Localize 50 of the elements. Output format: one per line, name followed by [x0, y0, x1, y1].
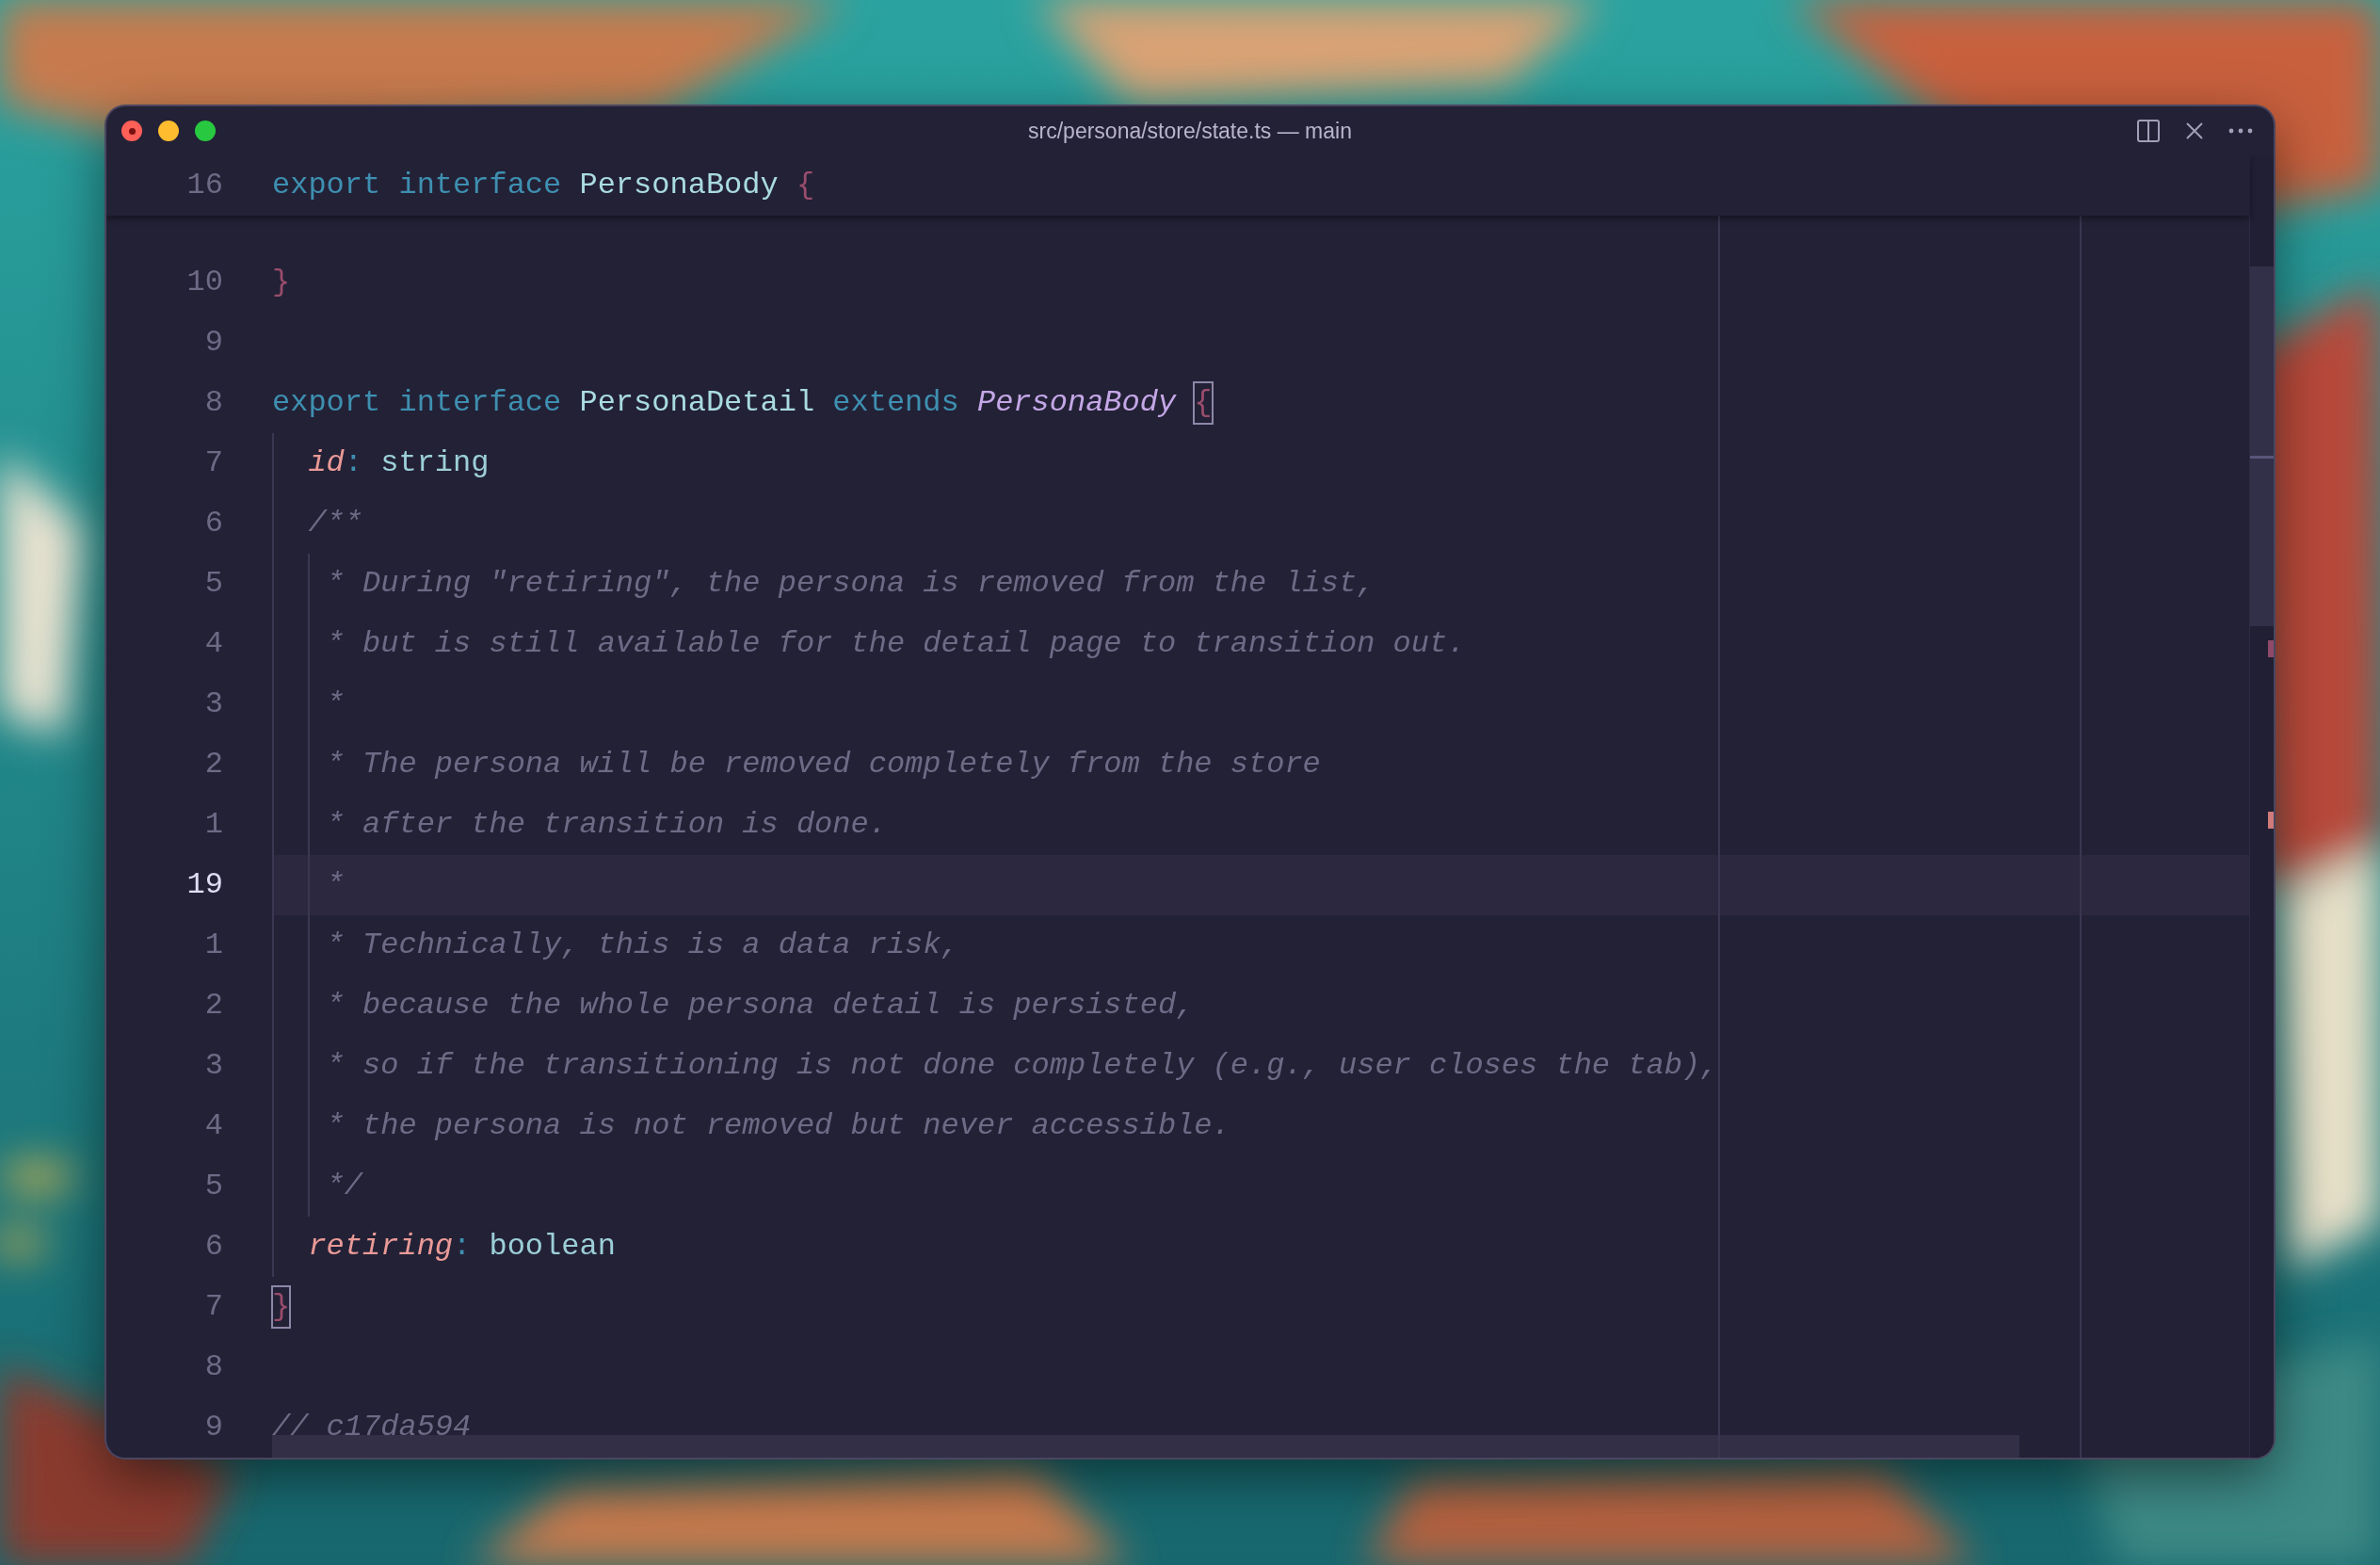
code-comment: * after the transition is done.: [326, 806, 887, 844]
code-line: retiring: boolean: [308, 1228, 616, 1266]
line-number: 6: [203, 505, 223, 542]
line-number: 3: [203, 686, 223, 723]
line-number: 4: [203, 1107, 223, 1145]
code-comment: * the persona is not removed but never accessible.: [326, 1107, 1230, 1145]
line-number: 3: [203, 1047, 223, 1085]
line-number: 9: [203, 1409, 223, 1446]
line-number: 8: [203, 384, 223, 422]
matched-bracket: {: [1194, 382, 1213, 424]
line-number: 7: [203, 1288, 223, 1326]
line-number: 5: [203, 565, 223, 603]
code-comment: // c17da594: [272, 1409, 472, 1446]
line-number: 9: [203, 324, 223, 362]
code-comment: */: [326, 1168, 362, 1205]
line-number: 2: [203, 746, 223, 783]
horizontal-scrollbar[interactable]: [272, 1435, 2019, 1458]
split-editor-icon[interactable]: [2136, 119, 2161, 143]
code-line: export interface PersonaBody {: [272, 167, 815, 204]
code-comment: * The persona will be removed completely from the store: [326, 746, 1321, 783]
zoom-window-button[interactable]: [195, 121, 216, 141]
code-line: }: [272, 264, 291, 301]
line-number: 5: [203, 1168, 223, 1205]
vertical-scrollbar[interactable]: [2249, 155, 2274, 1458]
code-line: export interface PersonaDetail extends PersonaBody: [272, 384, 1178, 422]
line-number: 1: [203, 806, 223, 844]
line-number: 10: [185, 264, 223, 301]
window-title: src/persona/store/state.ts — main: [1028, 118, 1352, 143]
line-number: 6: [203, 1228, 223, 1266]
code-comment: * Technically, this is a data risk,: [326, 927, 959, 964]
code-comment: * During "retiring", the persona is removed from the list,: [326, 565, 1375, 603]
code-comment: *: [326, 866, 345, 904]
close-window-button[interactable]: [121, 121, 142, 141]
code-comment: * so if the transitioning is not done completely (e.g., user closes the tab),: [326, 1047, 1719, 1085]
close-icon[interactable]: [2185, 121, 2204, 140]
more-icon[interactable]: [2228, 128, 2253, 134]
line-number: 7: [203, 444, 223, 482]
line-number: 8: [203, 1348, 223, 1386]
code-comment: * but is still available for the detail page to transition out.: [326, 625, 1466, 663]
code-comment: /**: [308, 505, 362, 542]
code-line: id: string: [308, 444, 490, 482]
minimize-window-button[interactable]: [158, 121, 179, 141]
line-number: 1: [203, 927, 223, 964]
line-number: 4: [203, 625, 223, 663]
line-number: 2: [203, 987, 223, 1025]
code-comment: *: [326, 686, 345, 723]
code-comment: * because the whole persona detail is persisted,: [326, 987, 1195, 1025]
line-number: 19: [185, 866, 223, 904]
line-number: 16: [185, 167, 223, 204]
matched-bracket: }: [272, 1286, 291, 1328]
